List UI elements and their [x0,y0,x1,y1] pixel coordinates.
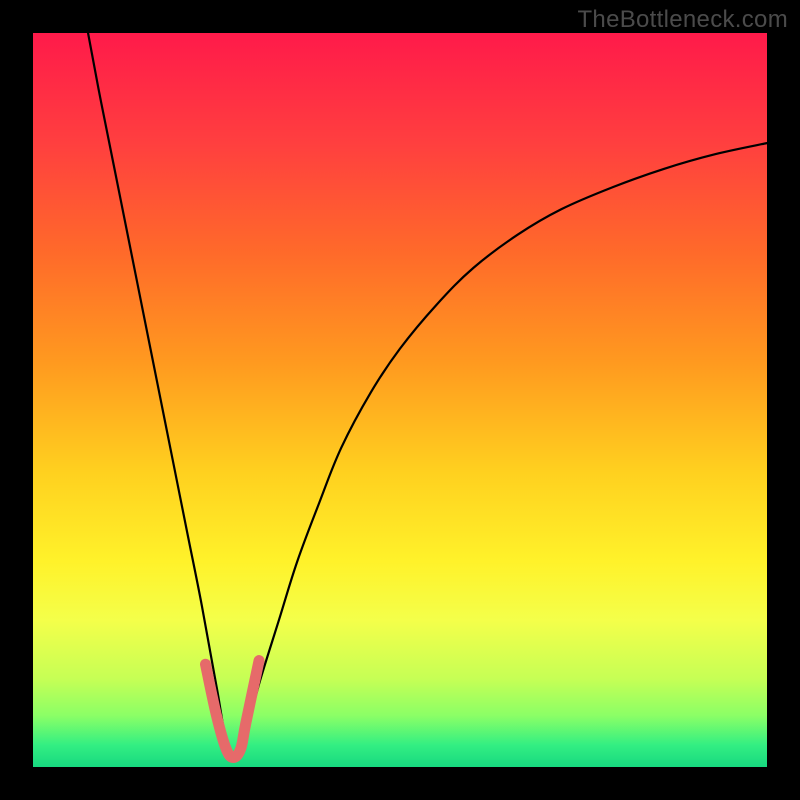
chart-frame [33,33,767,767]
curve-line [88,33,767,761]
watermark: TheBottleneck.com [577,6,788,34]
chart-plot [33,33,767,767]
